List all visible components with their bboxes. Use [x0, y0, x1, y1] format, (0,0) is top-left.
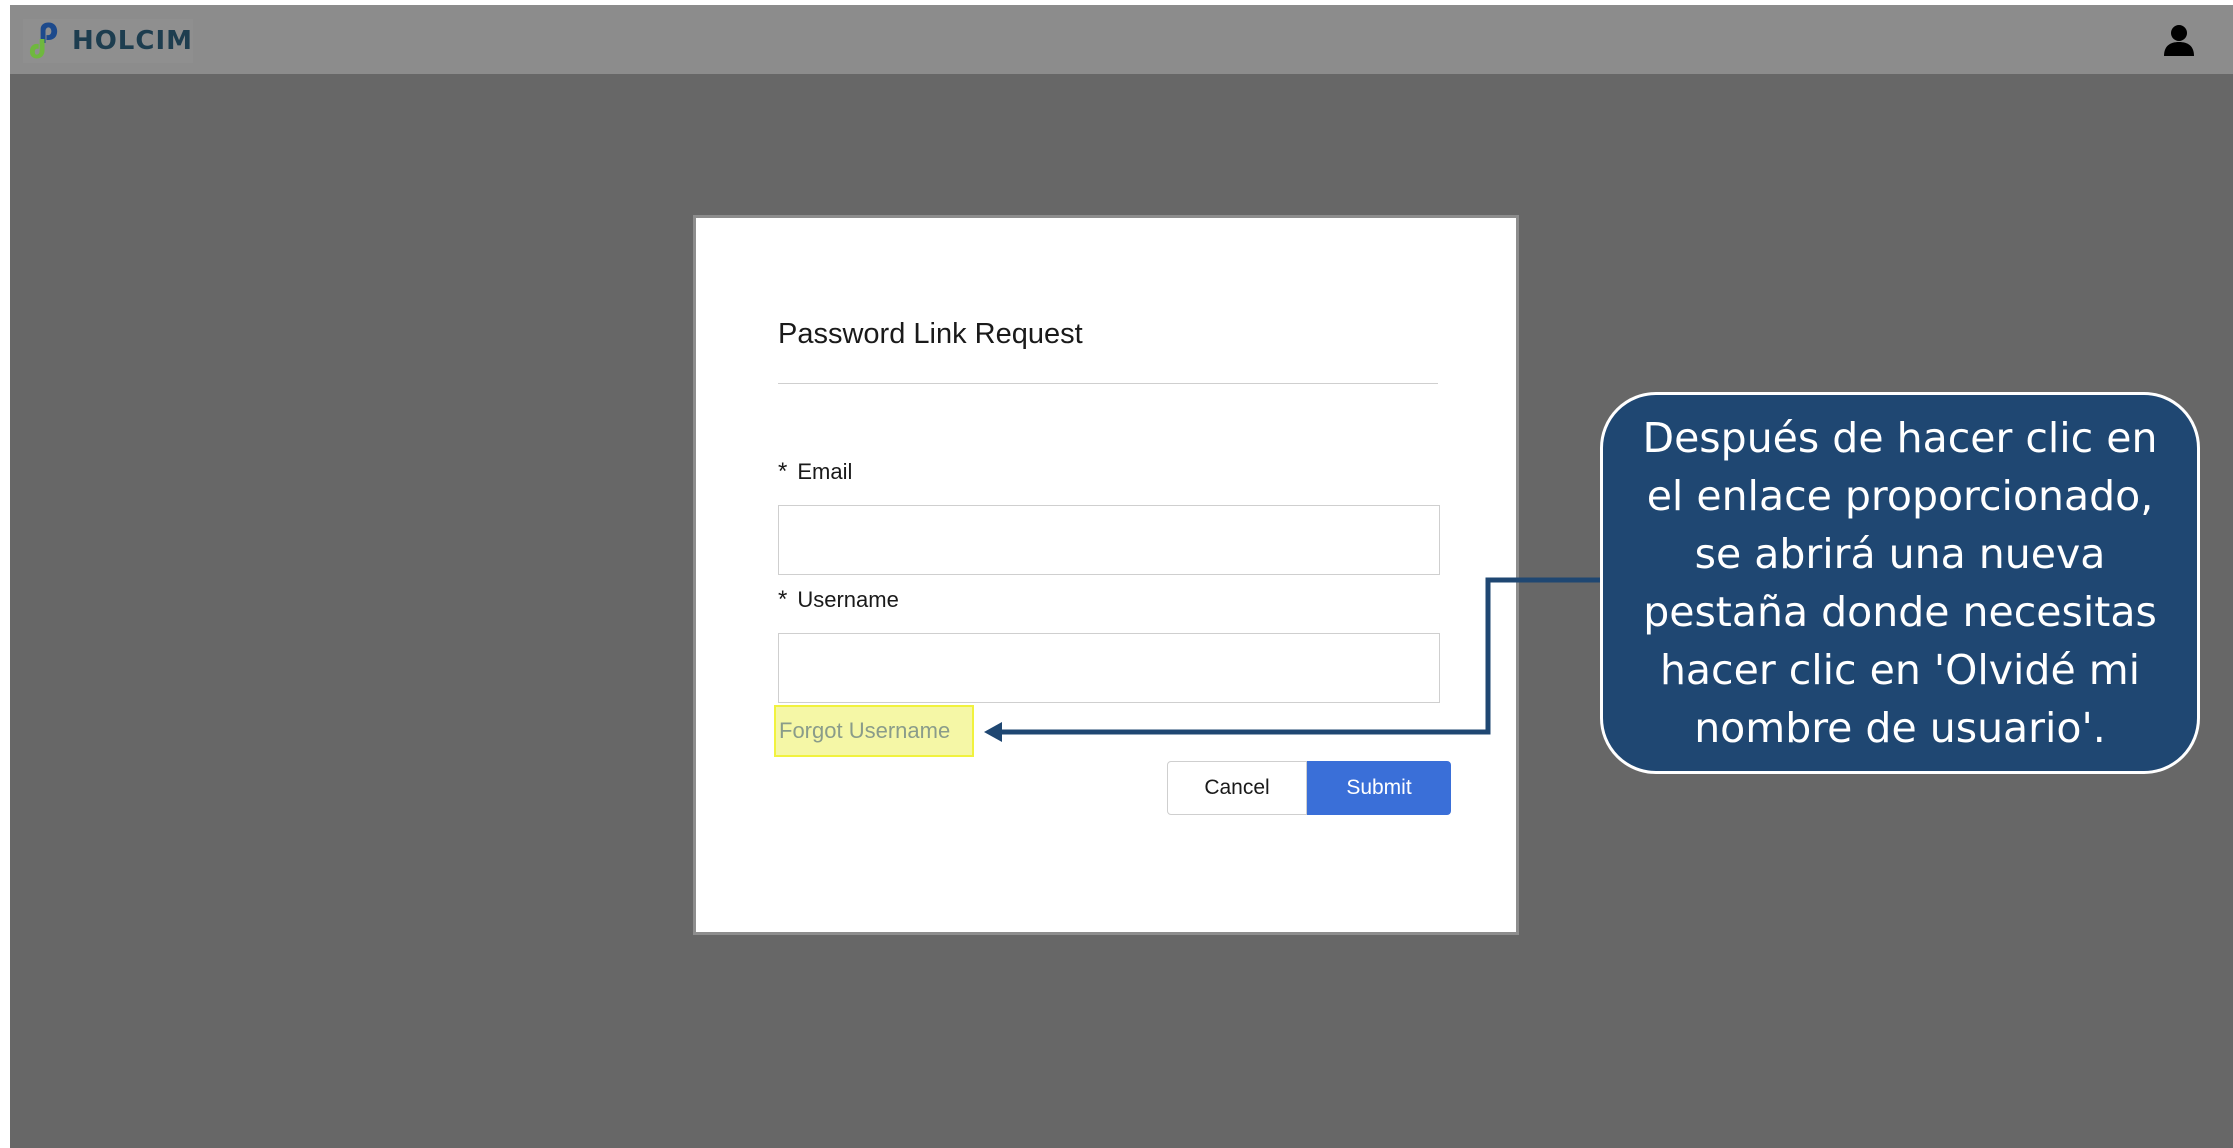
- top-bar: HOLCIM: [10, 5, 2233, 74]
- holcim-logo[interactable]: HOLCIM: [23, 19, 193, 63]
- email-label-text: Email: [797, 459, 853, 484]
- user-icon[interactable]: [2160, 22, 2198, 60]
- username-field[interactable]: [778, 633, 1440, 703]
- required-marker: *: [778, 458, 788, 485]
- username-label-text: Username: [797, 587, 899, 612]
- cancel-button[interactable]: Cancel: [1167, 761, 1307, 815]
- email-field[interactable]: [778, 505, 1440, 575]
- dialog-title: Password Link Request: [778, 318, 1083, 350]
- logo-text: HOLCIM: [71, 26, 193, 56]
- username-label: * Username: [778, 586, 899, 614]
- submit-button[interactable]: Submit: [1307, 761, 1451, 815]
- forgot-username-link[interactable]: Forgot Username: [774, 705, 974, 757]
- title-divider: [778, 383, 1438, 384]
- holcim-logo-mark-icon: [29, 22, 58, 59]
- password-link-request-dialog: Password Link Request * Email * Username F…: [693, 215, 1519, 935]
- callout-text: Después de hacer clic en el enlace propo…: [1642, 414, 2158, 752]
- email-label: * Email: [778, 458, 852, 486]
- instruction-callout: Después de hacer clic en el enlace propo…: [1600, 392, 2200, 774]
- required-marker: *: [778, 586, 788, 613]
